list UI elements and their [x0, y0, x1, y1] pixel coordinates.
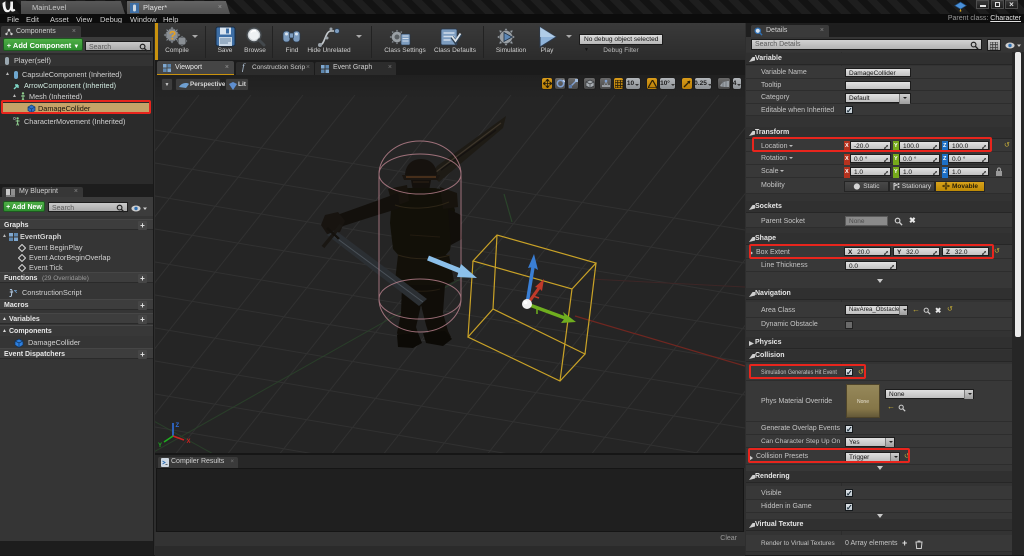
svg-text:?: ?	[169, 29, 176, 43]
svg-text:Z: Z	[176, 423, 180, 429]
svg-text:X: X	[187, 439, 191, 445]
svg-text:Y: Y	[158, 443, 162, 449]
